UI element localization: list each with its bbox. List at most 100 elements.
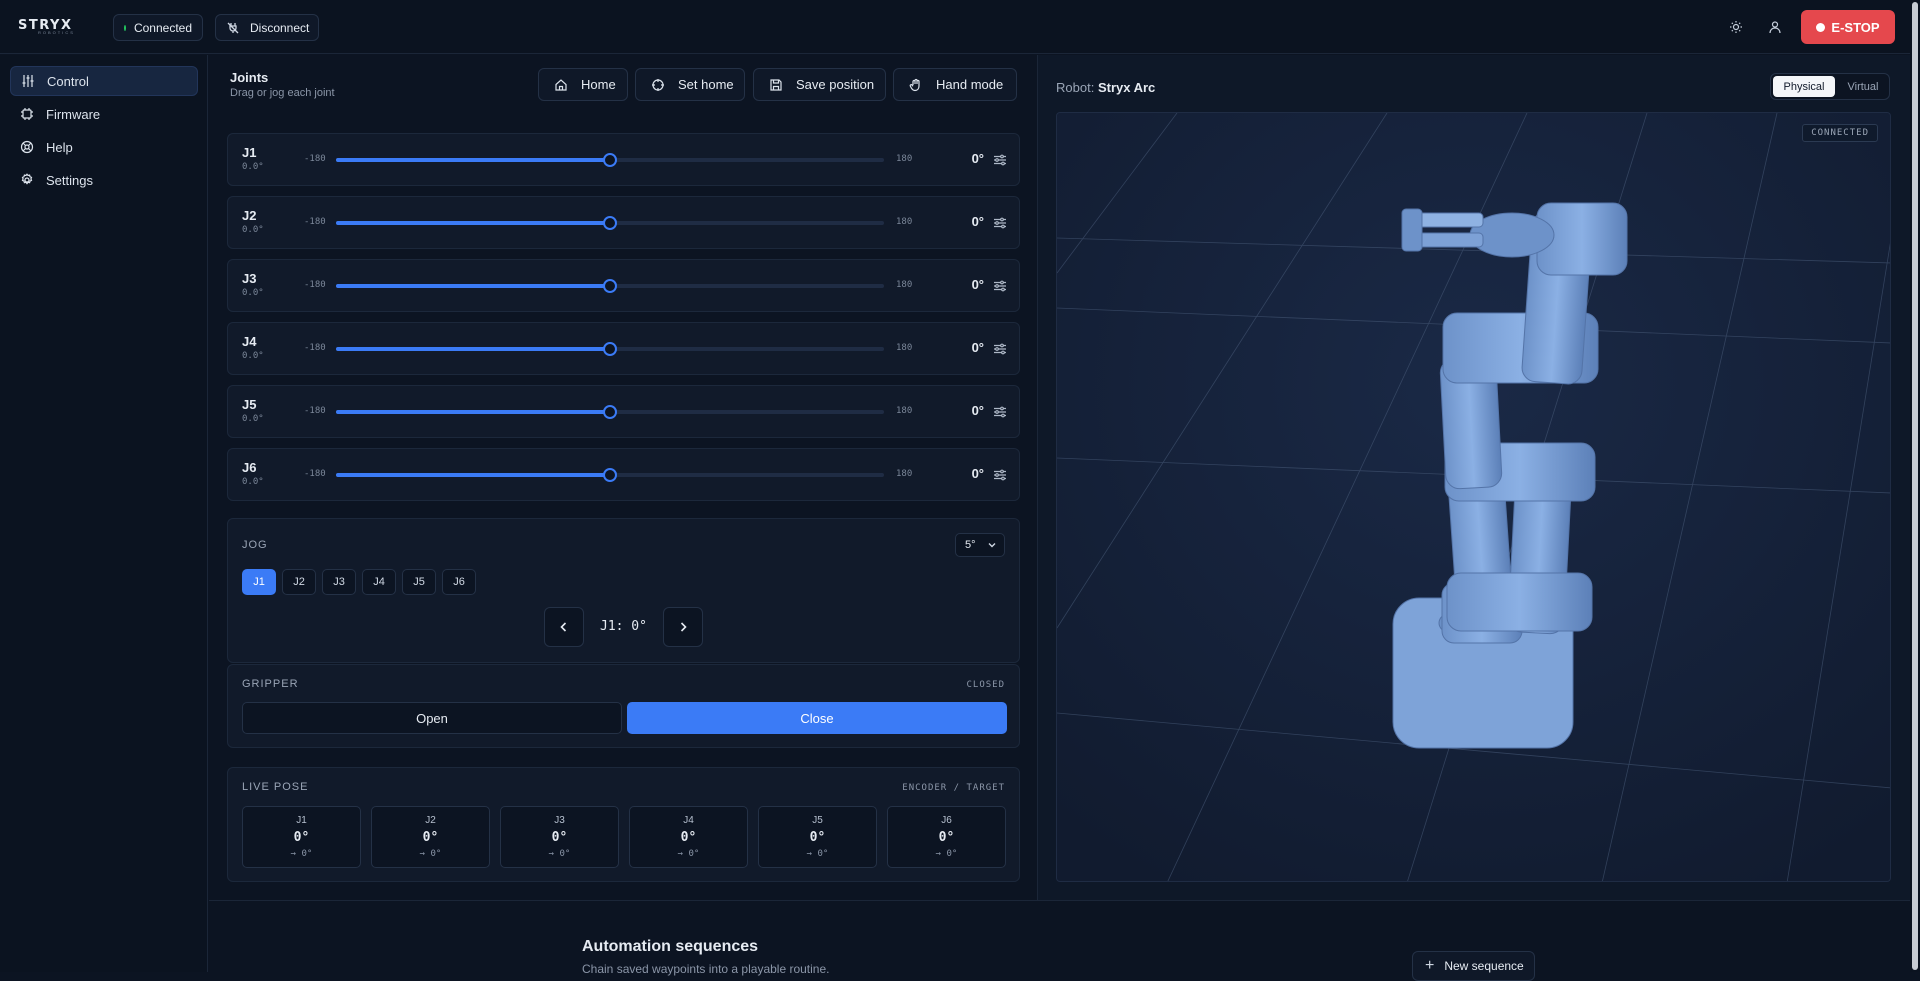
joint-name: J1 xyxy=(242,145,257,160)
tune-icon[interactable] xyxy=(992,278,1008,294)
robot-scene xyxy=(1057,113,1890,881)
chevron-left-icon xyxy=(557,620,571,634)
joint-degree-readout: 0° xyxy=(971,403,984,418)
hand-mode-label: Hand mode xyxy=(936,77,1004,92)
home-label: Home xyxy=(581,77,616,92)
pose-encoder: 0° xyxy=(293,830,310,845)
joint-slider-thumb[interactable] xyxy=(603,216,617,230)
sidebar-item-label: Control xyxy=(47,73,89,89)
joint-degree-readout: 0° xyxy=(971,277,984,292)
sidebar-item-control[interactable]: Control xyxy=(10,66,198,96)
pose-encoder: 0° xyxy=(422,830,439,845)
page-scrollbar[interactable] xyxy=(1910,0,1920,972)
jog-chip-j1[interactable]: J1 xyxy=(242,569,276,595)
viewer-connection-tag: CONNECTED xyxy=(1802,124,1878,142)
account-button[interactable] xyxy=(1762,14,1788,40)
joint-name: J5 xyxy=(242,397,257,412)
mode-toggle: Physical Virtual xyxy=(1770,73,1890,100)
joint-max-label: 180 xyxy=(896,469,913,479)
jog-chip-j6[interactable]: J6 xyxy=(442,569,476,595)
mode-virtual-button[interactable]: Virtual xyxy=(1837,76,1889,97)
joint-min-label: -180 xyxy=(304,280,326,290)
estop-label: E-STOP xyxy=(1831,19,1880,35)
sidebar-item-firmware[interactable]: Firmware xyxy=(10,99,198,129)
jog-chip-j5[interactable]: J5 xyxy=(402,569,436,595)
pose-target: → 0° xyxy=(419,849,442,859)
jog-decrease-button[interactable] xyxy=(544,607,584,647)
set-home-button[interactable]: Set home xyxy=(635,68,745,101)
pose-cell-j2: J2 0° → 0° xyxy=(371,806,490,868)
hand-mode-button[interactable]: Hand mode xyxy=(893,68,1017,101)
live-pose-legend: ENCODER / TARGET xyxy=(902,783,1005,793)
jog-chip-j2[interactable]: J2 xyxy=(282,569,316,595)
pose-target: → 0° xyxy=(935,849,958,859)
pose-joint: J4 xyxy=(683,815,694,826)
joint-row-j5: J5 0.0° -180 180 0° xyxy=(227,385,1020,438)
joint-min-label: -180 xyxy=(304,217,326,227)
joint-slider-track[interactable] xyxy=(336,153,884,167)
pose-target: → 0° xyxy=(290,849,313,859)
jog-chip-j4[interactable]: J4 xyxy=(362,569,396,595)
jog-step-select[interactable]: 5° xyxy=(955,533,1005,557)
joint-row-j6: J6 0.0° -180 180 0° xyxy=(227,448,1020,501)
tune-icon[interactable] xyxy=(992,404,1008,420)
joint-slider-track[interactable] xyxy=(336,216,884,230)
tune-icon[interactable] xyxy=(992,467,1008,483)
robot-3d-viewport[interactable]: CONNECTED xyxy=(1056,112,1891,882)
pose-cell-j3: J3 0° → 0° xyxy=(500,806,619,868)
sliders-icon xyxy=(21,74,35,88)
theme-toggle-button[interactable] xyxy=(1723,14,1749,40)
mode-physical-button[interactable]: Physical xyxy=(1773,76,1835,97)
pose-joint: J3 xyxy=(554,815,565,826)
pose-joint: J1 xyxy=(296,815,307,826)
joint-slider-thumb[interactable] xyxy=(603,342,617,356)
joint-slider-thumb[interactable] xyxy=(603,405,617,419)
joint-slider-track[interactable] xyxy=(336,279,884,293)
joint-name: J6 xyxy=(242,460,257,475)
jog-increase-button[interactable] xyxy=(663,607,703,647)
estop-button[interactable]: E-STOP xyxy=(1801,10,1895,44)
user-icon xyxy=(1768,20,1782,34)
joint-value: 0.0° xyxy=(242,225,264,235)
new-sequence-button[interactable]: + New sequence xyxy=(1412,951,1535,981)
set-home-label: Set home xyxy=(678,77,734,92)
joint-slider-thumb[interactable] xyxy=(603,468,617,482)
joint-value: 0.0° xyxy=(242,351,264,361)
crosshair-icon xyxy=(650,77,666,93)
live-pose-card: LIVE POSE ENCODER / TARGET J1 0° → 0° J2… xyxy=(227,767,1020,882)
home-button[interactable]: Home xyxy=(538,68,628,101)
automation-title: Automation sequences xyxy=(582,938,759,955)
joint-min-label: -180 xyxy=(304,154,326,164)
status-dot-icon xyxy=(124,24,126,31)
joint-row-j2: J2 0.0° -180 180 0° xyxy=(227,196,1020,249)
joints-subtitle: Drag or jog each joint xyxy=(230,87,335,99)
pose-cell-j1: J1 0° → 0° xyxy=(242,806,361,868)
logo-subtext: ROBOTICS xyxy=(38,30,75,35)
joint-slider-track[interactable] xyxy=(336,405,884,419)
pose-target: → 0° xyxy=(806,849,829,859)
tune-icon[interactable] xyxy=(992,215,1008,231)
sidebar-item-help[interactable]: Help xyxy=(10,132,198,162)
joint-row-j3: J3 0.0° -180 180 0° xyxy=(227,259,1020,312)
joint-row-j4: J4 0.0° -180 180 0° xyxy=(227,322,1020,375)
tune-icon[interactable] xyxy=(992,341,1008,357)
connection-status-badge: Connected xyxy=(113,14,203,41)
jog-chip-j3[interactable]: J3 xyxy=(322,569,356,595)
joint-slider-track[interactable] xyxy=(336,342,884,356)
joint-slider-thumb[interactable] xyxy=(603,279,617,293)
chevron-right-icon xyxy=(676,620,690,634)
pose-encoder: 0° xyxy=(551,830,568,845)
sidebar-item-settings[interactable]: Settings xyxy=(10,165,198,195)
joint-slider-thumb[interactable] xyxy=(603,153,617,167)
gripper-state-badge: CLOSED xyxy=(966,680,1005,690)
gripper-close-button[interactable]: Close xyxy=(627,702,1007,734)
disconnect-button[interactable]: Disconnect xyxy=(215,14,319,41)
joint-slider-track[interactable] xyxy=(336,468,884,482)
tune-icon[interactable] xyxy=(992,152,1008,168)
joint-value: 0.0° xyxy=(242,477,264,487)
save-position-button[interactable]: Save position xyxy=(753,68,886,101)
gripper-title: GRIPPER xyxy=(242,678,299,690)
pose-cell-j6: J6 0° → 0° xyxy=(887,806,1006,868)
gripper-open-button[interactable]: Open xyxy=(242,702,622,734)
scrollbar-thumb[interactable] xyxy=(1912,2,1918,970)
